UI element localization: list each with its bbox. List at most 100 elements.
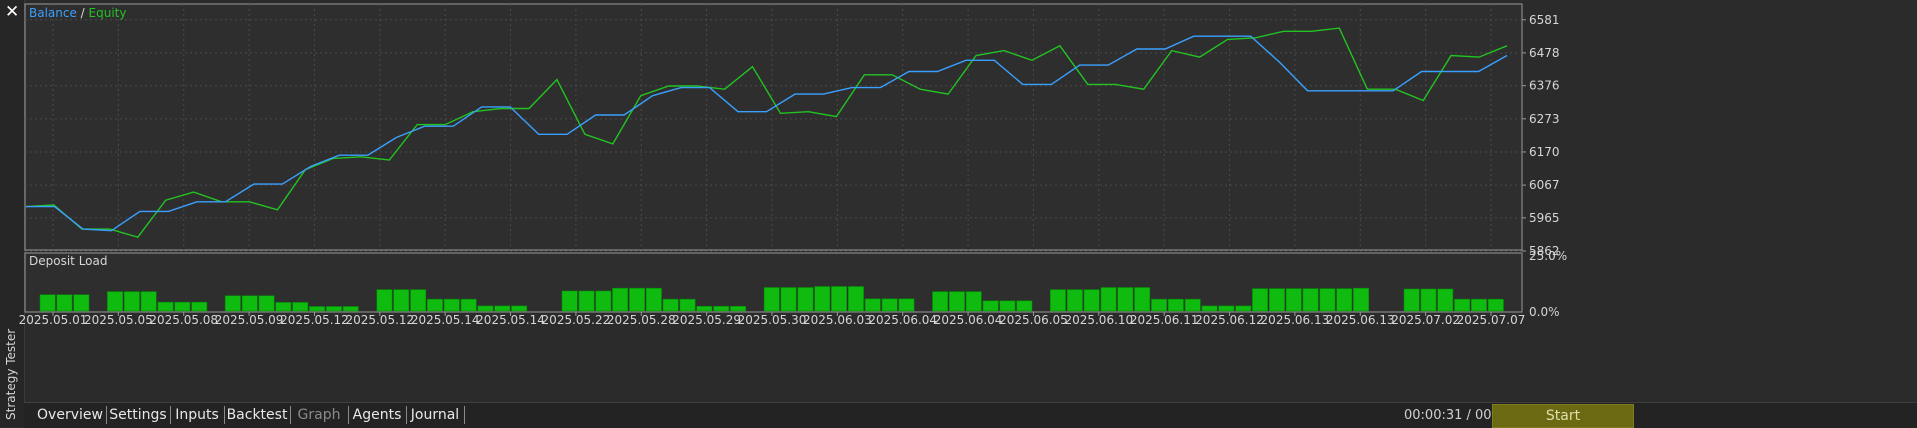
x-tick-label: 2025.07.02 xyxy=(1391,313,1460,327)
deposit-load-bar xyxy=(1100,287,1117,312)
deposit-load-bar xyxy=(174,301,191,312)
deposit-load-bar xyxy=(1066,289,1083,312)
x-tick-label: 2025.05.14 xyxy=(476,313,545,327)
deposit-load-bar xyxy=(1083,289,1100,312)
x-tick-label: 2025.06.13 xyxy=(1326,313,1395,327)
x-tick-label: 2025.05.05 xyxy=(84,313,153,327)
y-tick-label: 6067 xyxy=(1529,178,1560,192)
deposit-load-bar xyxy=(107,291,124,312)
x-tick-label: 2025.05.14 xyxy=(411,313,480,327)
deposit-load-bar xyxy=(780,287,797,312)
x-axis: 2025.05.012025.05.052025.05.082025.05.09… xyxy=(19,312,1526,327)
legend-equity: Equity xyxy=(89,6,127,20)
x-tick-label: 2025.05.09 xyxy=(215,313,284,327)
deposit-load-bar xyxy=(1269,288,1285,312)
deposit-load-bar xyxy=(948,291,965,312)
x-tick-label: 2025.06.05 xyxy=(999,313,1068,327)
deposit-load-bar xyxy=(393,289,410,312)
deposit-load-bar xyxy=(511,305,528,312)
deposit-load-bar xyxy=(241,295,258,312)
deposit-load-bar xyxy=(814,286,831,312)
deposit-load-bar xyxy=(410,289,427,312)
graph-area: 58625965606761706273637664786581 Balance… xyxy=(19,3,1567,327)
x-tick-label: 2025.06.10 xyxy=(1064,313,1133,327)
deposit-load-bar xyxy=(1454,298,1471,312)
start-button[interactable]: Start xyxy=(1492,404,1634,428)
deposit-load-bar xyxy=(275,302,292,312)
tab-overview[interactable]: Overview xyxy=(34,406,107,424)
deposit-load-bar xyxy=(999,300,1016,312)
deposit-load-bar xyxy=(1487,298,1504,312)
deposit-load-bar xyxy=(1151,298,1168,312)
deposit-load-bar xyxy=(612,287,629,312)
deposit-load-bar xyxy=(629,287,646,312)
deposit-load-bar xyxy=(982,300,999,312)
deposit-load-bar xyxy=(443,298,460,312)
deposit-load-bar xyxy=(932,291,949,312)
deposit-load-bar xyxy=(342,306,359,312)
x-tick-label: 2025.05.12 xyxy=(345,313,414,327)
deposit-load-bar xyxy=(1218,305,1235,312)
deposit-load-bar xyxy=(1117,287,1134,312)
deposit-load-bar xyxy=(1016,300,1033,312)
x-tick-label: 2025.05.08 xyxy=(149,313,218,327)
deposit-load-bar xyxy=(123,291,140,312)
deposit-load-bar xyxy=(595,290,612,312)
deposit-load-bar xyxy=(1319,288,1336,312)
y-tick-label: 6170 xyxy=(1529,145,1560,159)
deposit-load-bar xyxy=(1437,288,1454,312)
deposit-load-bar xyxy=(763,287,780,312)
deposit-load-bar xyxy=(140,291,157,312)
x-tick-label: 2025.05.28 xyxy=(607,313,676,327)
deposit-load-bar xyxy=(730,305,747,312)
tab-backtest[interactable]: Backtest xyxy=(224,406,291,424)
deposit-load-bar xyxy=(965,291,982,312)
tab-agents[interactable]: Agents xyxy=(348,406,407,424)
y-tick-label: 6273 xyxy=(1529,112,1560,126)
deposit-load-bar xyxy=(325,306,342,312)
tab-journal[interactable]: Journal xyxy=(406,406,465,424)
y-tick-label: 6478 xyxy=(1529,46,1560,60)
deposit-load-bar xyxy=(898,298,915,312)
deposit-load-bar xyxy=(494,305,511,312)
x-tick-label: 2025.05.29 xyxy=(672,313,741,327)
deposit-load-bar xyxy=(797,287,814,312)
deposit-load-bar xyxy=(1420,288,1437,312)
legend: Balance / Equity xyxy=(29,6,126,20)
deposit-load-bar xyxy=(1235,305,1252,312)
deposit-load-bar xyxy=(696,305,713,312)
deposit-load-bar xyxy=(1184,298,1201,312)
x-tick-label: 2025.06.12 xyxy=(1195,313,1264,327)
deposit-load-bar xyxy=(864,298,881,312)
deposit-load-bar xyxy=(1403,288,1420,312)
tab-settings[interactable]: Settings xyxy=(106,406,171,424)
deposit-load-bar xyxy=(39,294,56,312)
deposit-load-bar xyxy=(157,301,174,312)
deposit-load-bar xyxy=(191,301,208,312)
tab-inputs[interactable]: Inputs xyxy=(170,406,225,424)
deposit-load-bar xyxy=(1353,287,1370,312)
deposit-load-bar xyxy=(1471,298,1487,312)
deposit-load-title: Deposit Load xyxy=(29,254,107,268)
y-tick-label: 6581 xyxy=(1529,13,1560,27)
deposit-load-bar xyxy=(376,289,393,312)
x-tick-label: 2025.05.22 xyxy=(542,313,611,327)
deposit-load-bar xyxy=(662,298,679,312)
x-tick-label: 2025.05.30 xyxy=(738,313,807,327)
deposit-load-bar xyxy=(1285,288,1302,312)
x-tick-label: 2025.07.07 xyxy=(1457,313,1526,327)
deposit-load-bar xyxy=(56,294,73,312)
deposit-load-tick-label: 25.0% xyxy=(1529,249,1567,263)
deposit-load-bar xyxy=(426,298,443,312)
x-tick-label: 2025.06.13 xyxy=(1261,313,1330,327)
deposit-load-bar xyxy=(460,298,477,312)
deposit-load-bar xyxy=(881,298,898,312)
deposit-load-bar xyxy=(1336,288,1353,312)
tab-graph[interactable]: Graph xyxy=(290,406,349,424)
y-tick-label: 5965 xyxy=(1529,211,1560,225)
legend-balance: Balance xyxy=(29,6,77,20)
deposit-load-bar xyxy=(309,306,325,312)
x-tick-label: 2025.06.04 xyxy=(868,313,937,327)
deposit-load-bar xyxy=(847,286,864,312)
y-tick-label: 6376 xyxy=(1529,79,1560,93)
